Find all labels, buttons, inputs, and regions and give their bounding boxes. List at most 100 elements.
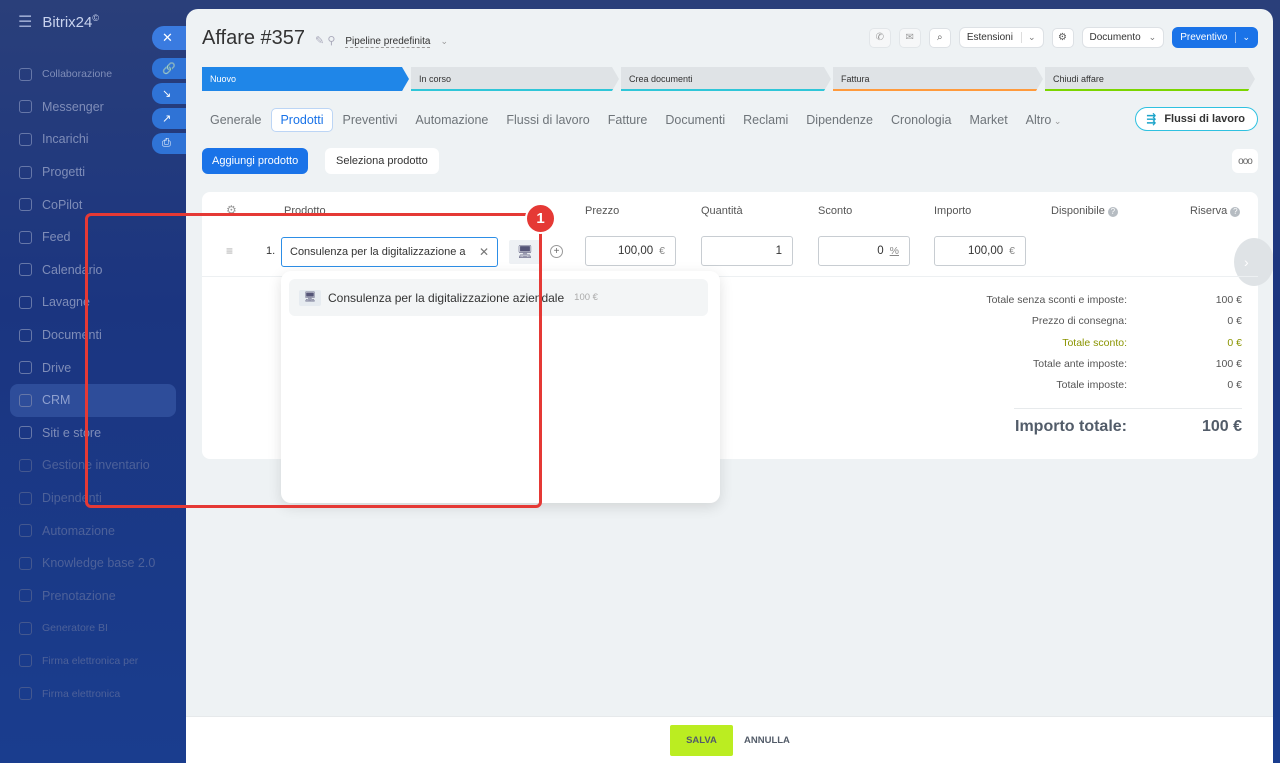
sidebar-item-label: CRM	[42, 393, 71, 408]
discount-field[interactable]: 0%	[818, 236, 910, 266]
sidebar-item[interactable]: Knowledge base 2.0	[10, 547, 176, 580]
amount-field[interactable]: 100,00 €	[934, 236, 1026, 266]
tab-item[interactable]: Automazione	[407, 109, 496, 131]
pipeline-selector[interactable]: Pipeline predefinita	[345, 36, 431, 48]
tab-item[interactable]: Preventivi	[335, 109, 406, 131]
menu-item-icon	[19, 426, 32, 440]
sidebar-item[interactable]: Calendario	[10, 254, 176, 287]
tab-label: Cronologia	[891, 113, 952, 127]
menu-item-icon	[19, 654, 32, 668]
scroll-right-button[interactable]: ›	[1234, 238, 1273, 286]
sidebar-item[interactable]: Firma elettronica	[10, 677, 176, 710]
extensions-button[interactable]: Estensioni ⌄	[958, 27, 1044, 48]
tab-item[interactable]: Flussi di lavoro	[498, 109, 597, 131]
stage-item[interactable]: Chiudi affare	[1045, 67, 1255, 91]
add-image-icon[interactable]: +	[550, 245, 563, 258]
sidebar-item[interactable]: Documenti	[10, 319, 176, 352]
sidebar-item-label: Automazione	[42, 523, 115, 538]
close-icon: ✕	[162, 30, 173, 45]
tab-item[interactable]: Generale	[202, 109, 269, 131]
sidebar-item[interactable]: Drive	[10, 351, 176, 384]
stage-item[interactable]: Fattura	[833, 67, 1043, 91]
chevron-down-icon: ⌄	[1020, 32, 1036, 43]
sidebar-item[interactable]: Generatore BI	[10, 612, 176, 645]
minimize-button[interactable]: ↘	[152, 83, 186, 104]
tab-item[interactable]: Documenti	[657, 109, 733, 131]
sidebar-item[interactable]: Siti e store	[10, 417, 176, 450]
tab-item[interactable]: Fatture	[600, 109, 656, 131]
cancel-button[interactable]: ANNULLA	[744, 735, 790, 746]
sidebar-item[interactable]: Gestione inventario	[10, 449, 176, 482]
total-label: Prezzo di consegna:	[1031, 315, 1127, 328]
brand[interactable]: ☰ Bitrix24©	[18, 12, 99, 32]
print-icon: ⎙	[162, 137, 171, 149]
brand-name: Bitrix24©	[42, 13, 100, 31]
workflow-icon: ⇶	[1146, 112, 1157, 126]
tab-item[interactable]: Cronologia	[883, 109, 959, 131]
product-search-input[interactable]: Consulenza per la digitalizzazione a ✕	[281, 237, 498, 267]
sidebar-item[interactable]: Prenotazione	[10, 580, 176, 613]
tab-item[interactable]: Market	[961, 109, 1015, 131]
tab-item[interactable]: Prodotti	[271, 108, 333, 132]
chat-icon[interactable]: ⌕	[928, 27, 951, 48]
total-label: Totale sconto:	[1062, 336, 1127, 349]
menu-item-icon	[19, 328, 32, 342]
arrow-icon: ↘	[162, 88, 172, 100]
stage-item[interactable]: In corso	[411, 67, 619, 91]
chevron-down-icon: ⌄	[1051, 116, 1062, 126]
sidebar-item-label: Feed	[42, 230, 71, 245]
header-product: Prodotto	[284, 205, 326, 217]
more-options-button[interactable]: ooo	[1232, 149, 1258, 173]
stage-item[interactable]: Crea documenti	[621, 67, 831, 91]
copy-link-button[interactable]: 🔗	[152, 58, 186, 79]
total-label: Totale ante imposte:	[1033, 357, 1127, 370]
tab-item[interactable]: Reclami	[735, 109, 796, 131]
save-button[interactable]: SALVA	[670, 725, 733, 756]
grand-total-label: Importo totale:	[1015, 418, 1127, 435]
gear-icon[interactable]: ⚙	[1051, 27, 1074, 48]
sidebar-item[interactable]: Progetti	[10, 156, 176, 189]
menu-item-icon	[19, 230, 32, 244]
open-new-window-button[interactable]: ↗	[152, 108, 186, 129]
add-product-button[interactable]: Aggiungi prodotto	[202, 148, 309, 174]
menu-icon[interactable]: ☰	[18, 12, 32, 32]
edit-icon[interactable]: ✎ ⚲	[315, 34, 335, 47]
help-icon: ?	[1107, 207, 1118, 217]
sidebar-item[interactable]: Firma elettronica per	[10, 645, 176, 678]
deal-panel: Affare #357 ✎ ⚲ Pipeline predefinita ⌄ ✆…	[186, 9, 1273, 763]
sidebar-item[interactable]: Lavagne	[10, 286, 176, 319]
dropdown-item[interactable]: 🖥 Consulenza per la digitalizzazione azi…	[289, 279, 708, 316]
chevron-down-icon: ⌄	[1148, 32, 1157, 42]
annotation-badge: 1	[525, 203, 556, 234]
quote-button[interactable]: Preventivo ⌄	[1172, 27, 1258, 48]
close-slider-button[interactable]: ✕	[152, 26, 186, 50]
workflows-button[interactable]: ⇶ Flussi di lavoro	[1135, 107, 1258, 131]
clear-icon[interactable]: ✕	[479, 245, 489, 259]
menu-item-icon	[19, 67, 32, 81]
drag-handle-icon[interactable]: ≡	[226, 244, 233, 258]
tab-item[interactable]: Dipendenze	[798, 109, 881, 131]
menu-item-icon	[19, 165, 32, 179]
print-button[interactable]: ⎙	[152, 133, 186, 154]
total-value: 0 €	[1227, 379, 1242, 392]
sidebar-item[interactable]: Feed	[10, 221, 176, 254]
header-toolbar: ✆ ✉ ⌕ Estensioni ⌄ ⚙ Documento ⌄ Preventiv…	[868, 27, 1258, 48]
product-image-icon[interactable]: 🖥	[509, 240, 541, 264]
sidebar-item[interactable]: CoPilot	[10, 188, 176, 221]
sidebar-item[interactable]: Dipendenti	[10, 482, 176, 515]
sidebar-item[interactable]: CRM	[10, 383, 176, 417]
price-field[interactable]: 100,00 €	[585, 236, 676, 266]
grand-total-value: 100 €	[1201, 418, 1242, 435]
stage-item[interactable]: Nuovo	[202, 67, 409, 91]
tab-item[interactable]: Altro ⌄	[1018, 109, 1070, 131]
quantity-field[interactable]: 1	[701, 236, 793, 266]
phone-icon[interactable]: ✆	[868, 27, 891, 48]
dropdown-item-name: Consulenza per la digitalizzazione azien…	[328, 290, 565, 305]
select-product-button[interactable]: Seleziona prodotto	[325, 148, 439, 174]
tab-label: Preventivi	[342, 113, 398, 127]
sidebar-item[interactable]: Automazione	[10, 514, 176, 547]
table-settings-icon[interactable]: ⚙	[226, 203, 237, 217]
tab-label: Documenti	[665, 113, 726, 127]
document-button[interactable]: Documento ⌄	[1081, 27, 1165, 48]
mail-icon[interactable]: ✉	[898, 27, 921, 48]
